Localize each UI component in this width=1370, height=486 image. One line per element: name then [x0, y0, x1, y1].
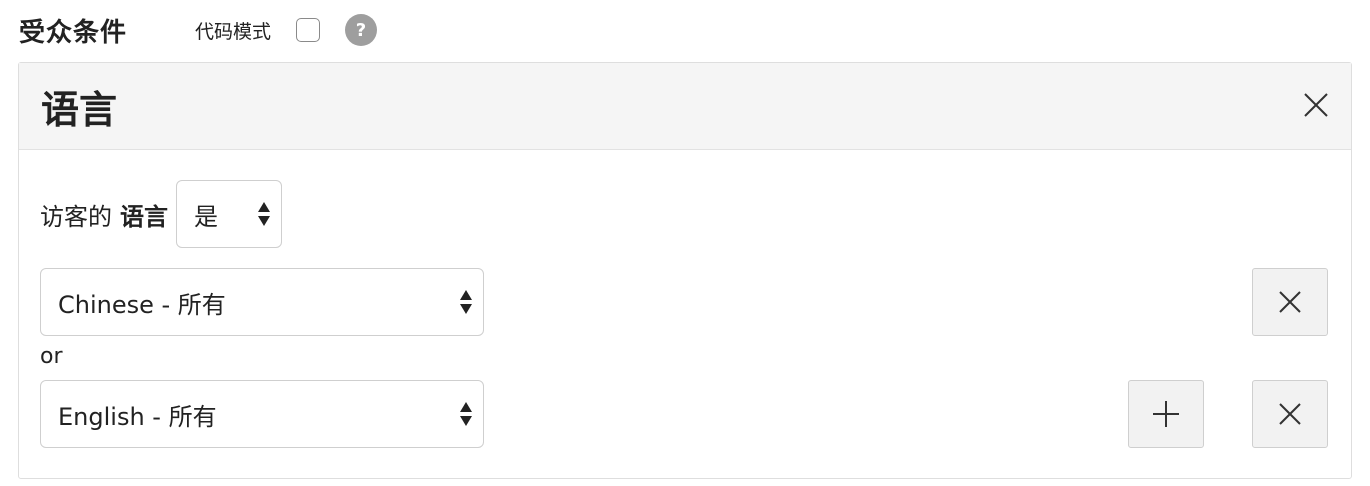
code-mode-checkbox[interactable]	[296, 18, 321, 42]
close-icon	[1279, 403, 1301, 425]
language-select-1-value: Chinese - 所有	[58, 290, 226, 319]
audience-conditions-header: 受众条件 代码模式 ?	[19, 10, 378, 50]
close-icon	[1279, 291, 1301, 313]
rule-row: 访客的 语言 是	[40, 180, 282, 248]
select-arrows-icon	[258, 202, 270, 226]
code-mode-label: 代码模式	[195, 20, 272, 43]
language-select-1[interactable]: Chinese - 所有	[40, 268, 484, 336]
language-select-2[interactable]: English - 所有	[40, 380, 484, 448]
language-select-2-value: English - 所有	[58, 402, 217, 431]
rule-field: 语言	[120, 202, 168, 231]
remove-condition-2-button[interactable]	[1252, 380, 1328, 448]
panel-title: 语言	[41, 88, 118, 132]
rule-prefix: 访客的	[40, 202, 112, 231]
select-arrows-icon	[460, 402, 472, 426]
language-condition-panel: 语言 访客的 语言 是 Chinese - 所有 or English - 所有	[18, 62, 1352, 479]
help-icon-glyph: ?	[355, 19, 367, 41]
select-arrows-icon	[460, 290, 472, 314]
remove-condition-1-button[interactable]	[1252, 268, 1328, 336]
section-title: 受众条件	[19, 17, 128, 48]
operator-select-value: 是	[194, 202, 218, 231]
add-condition-button[interactable]	[1128, 380, 1204, 448]
or-label: or	[40, 344, 63, 369]
operator-select[interactable]: 是	[176, 180, 282, 248]
plus-icon	[1153, 401, 1179, 427]
close-icon[interactable]	[1301, 90, 1331, 120]
panel-header: 语言	[19, 63, 1351, 150]
help-icon[interactable]: ?	[345, 14, 378, 46]
